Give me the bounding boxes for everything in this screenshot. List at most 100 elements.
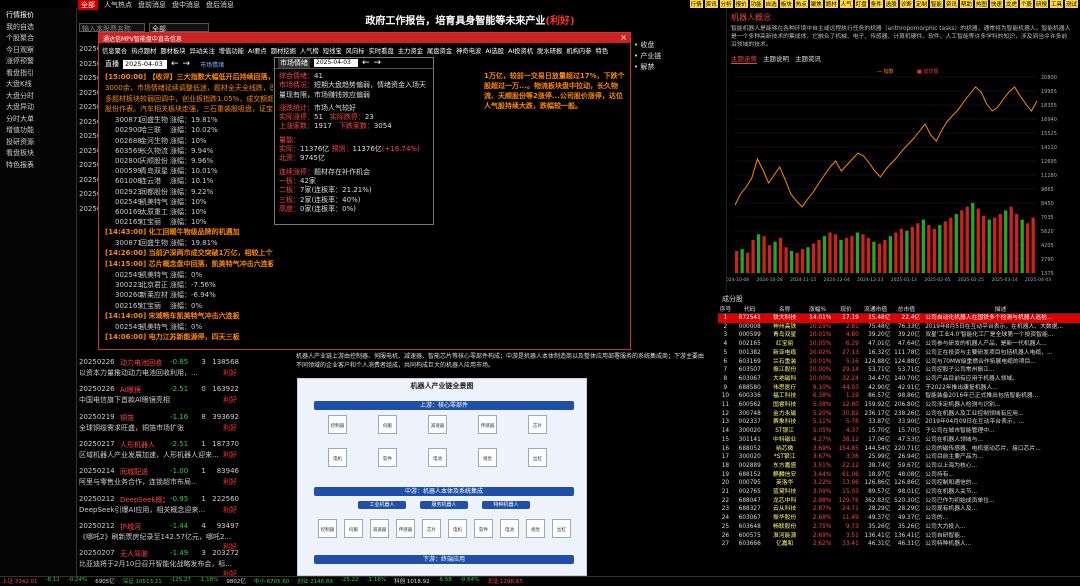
menu-item[interactable]: 个股 — [1019, 0, 1033, 8]
col-header[interactable]: 总市值 — [891, 304, 922, 314]
col-header[interactable]: 现价 — [832, 304, 860, 314]
nav-item[interactable]: 分时大单 — [0, 112, 76, 124]
nav-item[interactable]: 我的自选 — [0, 20, 76, 32]
category-select[interactable]: 全部 — [149, 23, 209, 33]
feed-stock-row[interactable]: 300871回盛生物 涨幅：19.81% — [105, 238, 273, 248]
news-concept[interactable]: 护城河 — [120, 522, 165, 532]
date-input[interactable]: 2025-04-03 — [123, 59, 167, 69]
menu-item[interactable]: 人气 — [839, 0, 853, 8]
feed-stock-row[interactable]: 000599青岛双星 涨幅：10.01% — [105, 166, 273, 176]
news-item[interactable]: 20250212 DeepSeek概念 -0.95 1 222560 DeepSeek引爆… — [79, 495, 239, 515]
news-date[interactable]: 2025030 — [79, 187, 110, 202]
feed-stock-row[interactable]: 300871回盛生物 涨幅：19.81% — [105, 115, 273, 125]
arrow-right-icon[interactable]: → — [374, 58, 382, 68]
dialog-tab[interactable]: 增值功能 — [219, 46, 244, 55]
arrow-left-icon[interactable]: ← — [362, 58, 370, 68]
market-mood-link[interactable]: 市场情绪 — [200, 60, 224, 69]
feed-headline[interactable]: [14:15:00] 芯片概念盘中回落，凯美特气冲击六连板，S — [105, 259, 273, 270]
feed-stock-row[interactable]: 002165红宝丽 涨幅：0% — [105, 301, 273, 311]
news-date[interactable]: 2025030 — [79, 115, 110, 130]
nav-item[interactable]: 大盘异动 — [0, 100, 76, 112]
table-row[interactable]: 10 600336 福工科技 6.38% 1.19 86.57亿 98.86亿 智能装备201… — [718, 392, 1080, 401]
menu-item[interactable]: 行情 — [689, 0, 703, 8]
menu-item[interactable]: 热点 — [794, 0, 808, 8]
feed-headline[interactable]: 股份作表。汽车相关板块走强，三石重装股吸盘，证宝... — [105, 104, 273, 115]
menu-item[interactable]: 诊断 — [899, 0, 913, 8]
feed-stock-row[interactable]: 002549凯美特气 涨幅：10% — [105, 197, 273, 207]
nav-item[interactable]: 行情报价 — [0, 8, 76, 20]
dialog-tab[interactable]: AI投资机 — [508, 46, 533, 55]
arrow-left-icon[interactable]: ← — [171, 59, 179, 69]
col-header[interactable]: 代码 — [732, 304, 767, 314]
dialog-tab[interactable]: AI选股 — [485, 46, 504, 55]
menu-item[interactable]: 龙虎 — [1004, 0, 1018, 8]
news-date[interactable]: 2025030 — [79, 100, 110, 115]
table-row[interactable]: 23 688327 云从科技 2.87% 24.71 28.29亿 28.29亿 公司现有机器… — [718, 505, 1080, 514]
news-date[interactable]: 2025030 — [79, 173, 110, 188]
tab-intraday[interactable]: 盘中消息 — [172, 0, 200, 10]
dialog-tab[interactable]: 人气榜 — [300, 46, 319, 55]
dialog-tab[interactable]: 特色 — [596, 46, 609, 55]
feed-stock-row[interactable]: 002549凯美特气 涨幅：0% — [105, 270, 273, 280]
news-date[interactable]: 2025030 — [79, 71, 110, 86]
col-header[interactable]: 名称 — [766, 304, 803, 314]
table-row[interactable]: 12 300748 金力永磁 5.20% 30.82 236.17亿 238.26亿 公司在机… — [718, 410, 1080, 419]
feed-headline[interactable]: [14:14:00] 宋城畅车凯美特气冲击六连板 — [105, 311, 273, 322]
menu-close[interactable]: • 收盘 — [634, 40, 694, 51]
table-row[interactable]: 5 001382 新亚电缆 10.02% 27.13 16.32亿 111.78亿 公司正在投… — [718, 349, 1080, 358]
nav-item[interactable]: 个股聚合 — [0, 31, 76, 43]
menu-item[interactable]: 题材 — [824, 0, 838, 8]
news-concept[interactable]: 同城配送 — [120, 467, 165, 477]
news-item[interactable]: 20250226 AI眼镜 -2.51 0 163922 中国电信旗下首款AI眼镜亮相 利好 — [79, 385, 239, 405]
news-item[interactable]: 20250219 铜箔 -1.16 8 393692 全球铜缆需求旺盛，铜箔市场扩张 利好 — [79, 413, 239, 433]
nav-item[interactable]: 看盘板块 — [0, 146, 76, 158]
dialog-tab[interactable]: 短线宝 — [323, 46, 342, 55]
col-header[interactable]: 描述 — [921, 304, 1080, 314]
dialog-titlebar[interactable]: 通达信MPV智能盘中直击信息 — [99, 33, 630, 43]
tab-premarket[interactable]: 盘前消息 — [138, 0, 166, 10]
table-row[interactable]: 27 603666 亿嘉和 2.62% 33.41 46.31亿 46.31亿 公司特种机器人… — [718, 540, 1080, 549]
news-date[interactable]: 2025030 — [79, 158, 110, 173]
nav-item[interactable]: 特色报表 — [0, 158, 76, 170]
table-row[interactable]: 18 002889 东方嘉盛 3.51% 22.12 38.74亿 59.67亿 公司以上海为… — [718, 462, 1080, 471]
menu-item[interactable]: 帮助 — [959, 0, 973, 8]
news-date[interactable]: 2025030 — [79, 129, 110, 144]
table-row[interactable]: 7 603507 振江股份 10.00% 29.14 53.71亿 53.71亿 公司控股子公… — [718, 366, 1080, 375]
col-header[interactable]: 流通市值 — [859, 304, 892, 314]
table-row[interactable]: 14 300020 ST银江 5.05% 4.37 15.70亿 15.70亿 子公司在城市智… — [718, 427, 1080, 436]
menu-item[interactable]: 热图 — [974, 0, 988, 8]
dialog-tab[interactable]: 题材挖掘 — [271, 46, 296, 55]
close-icon[interactable]: × — [620, 33, 627, 42]
nav-item[interactable]: 大盘K线 — [0, 77, 76, 89]
table-row[interactable]: 4 002165 红宝丽 10.05% 6.29 47.01亿 47.64亿 公司参与研发的机… — [718, 340, 1080, 349]
feed-headline[interactable]: [14:26:00] 当前沪深两市成交突破1万亿，相较上个交易 — [105, 248, 273, 259]
dialog-tab[interactable]: 信息聚合 — [102, 46, 127, 55]
nav-item[interactable]: 投研资源 — [0, 135, 76, 147]
table-row[interactable]: 17 300020 *ST银江 3.67% 3.36 25.99亿 26.94亿 公司目前主要… — [718, 453, 1080, 462]
feed-headline[interactable]: 多题材板块较弱回调中，创业板指跌1.05%，成交额超... — [105, 94, 273, 105]
feed-stock-row[interactable]: 002165红宝丽 涨幅：10% — [105, 217, 273, 227]
nav-item[interactable]: 大盘分时 — [0, 89, 76, 101]
dialog-tab[interactable]: 机构内参 — [566, 46, 591, 55]
table-row[interactable]: 2 000008 神州高铁 10.29% 2.81 75.48亿 76.33亿 2019年8月… — [718, 323, 1080, 332]
feed-headline[interactable]: [14:06:00] 电力江苏新能源停，四天三板 — [105, 332, 273, 343]
dialog-tab[interactable]: 尾盘资金 — [427, 46, 452, 55]
news-item[interactable]: 20250226 动力电池回收 -0.85 3 138568 以资本力量推动动力电池回收利… — [79, 358, 239, 378]
search-input[interactable]: 输入本股票名称 — [79, 23, 145, 33]
table-row[interactable]: 16 688052 纳芯微 3.69% 154.85 144.54亿 220.71亿 公司的磁… — [718, 445, 1080, 454]
table-row[interactable]: 3 000599 青岛双星 10.01% 4.80 39.20亿 39.20亿 双星'工业4.… — [718, 331, 1080, 340]
table-row[interactable]: 9 688580 伟思医疗 9.10% 44.03 42.90亿 42.91亿 于2022年推… — [718, 384, 1080, 393]
news-item[interactable]: 20250207 无人驾驶 -1.49 3 203272 比亚迪将于2月10日召开智能化战… — [79, 549, 239, 579]
feed-stock-row[interactable]: 002549凯美特气 涨幅：0% — [105, 322, 273, 332]
menu-item[interactable]: 快速 — [989, 0, 1003, 8]
table-row[interactable]: 15 301141 中科磁业 4.27% 38.12 17.06亿 47.53亿 公司在机器人… — [718, 436, 1080, 445]
nav-item[interactable]: 今日观察 — [0, 43, 76, 55]
col-header[interactable]: 涨幅% — [802, 304, 833, 314]
tab-all[interactable]: 全部 — [78, 0, 98, 10]
dialog-tab[interactable]: 题材板块 — [160, 46, 185, 55]
dialog-tab[interactable]: 神奇电波 — [456, 46, 481, 55]
menu-item[interactable]: 智能 — [929, 0, 943, 8]
feed-stock-row[interactable]: 002800天顺股份 涨幅：9.96% — [105, 156, 273, 166]
table-row[interactable]: 8 603067 大地磁科 10.00% 32.24 34.47亿 140.70亿 公司产品目… — [718, 375, 1080, 384]
table-row[interactable]: 1 872541 铁大科技 14.01% 17.19 15.48亿 22.4亿 公司自动化机器… — [718, 313, 1080, 323]
